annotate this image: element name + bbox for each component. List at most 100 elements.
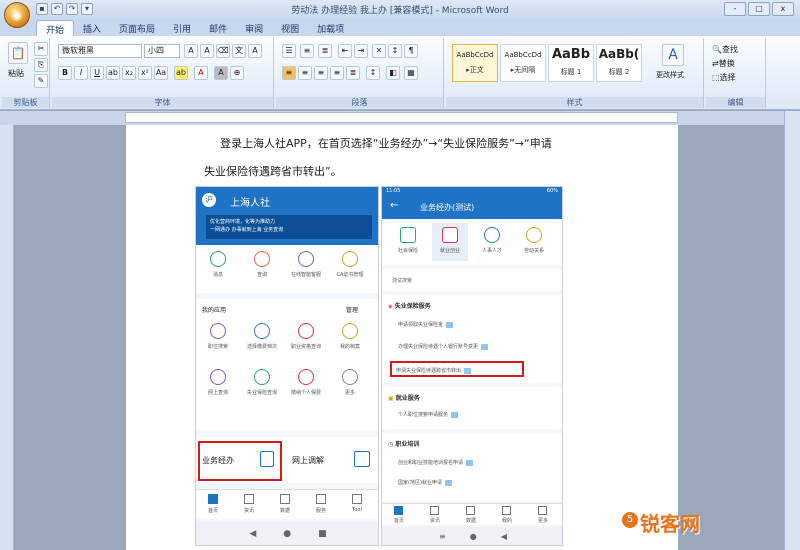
back-arrow-icon[interactable]: ← xyxy=(390,200,398,211)
distributed-icon[interactable]: ≣ xyxy=(346,66,360,80)
pay-premium-icon[interactable] xyxy=(298,369,314,385)
underline-icon[interactable]: U xyxy=(90,66,104,80)
archive-icon[interactable] xyxy=(342,323,358,339)
font-color-icon[interactable]: A xyxy=(194,66,208,80)
employment-icon[interactable] xyxy=(442,227,458,243)
select-button[interactable]: ⬚选择 xyxy=(712,72,736,83)
job-search-icon[interactable] xyxy=(210,323,226,339)
close-button[interactable]: x xyxy=(772,2,794,16)
sort-icon[interactable]: ↕ xyxy=(388,44,402,58)
online-query-icon[interactable] xyxy=(210,369,226,385)
ca-icon[interactable] xyxy=(342,251,358,267)
sec3-item-0[interactable]: 创业和职业技能培训报名申请 xyxy=(398,459,474,466)
change-case-icon[interactable]: Aa xyxy=(154,66,168,80)
numbering-icon[interactable]: ≡ xyxy=(300,44,314,58)
online-mediation-label[interactable]: 网上调解 xyxy=(292,455,324,466)
italic-icon[interactable]: I xyxy=(74,66,88,80)
increase-indent-icon[interactable]: ⇥ xyxy=(354,44,368,58)
tab-view[interactable]: 视图 xyxy=(272,20,308,36)
embedded-image[interactable]: 沪 上海人社 优化营商环境，化等为推助力 一网通办 办事就到上海 业务查询 消息… xyxy=(195,186,563,546)
superscript-icon[interactable]: x² xyxy=(138,66,152,80)
clear-format-icon[interactable]: ⌫ xyxy=(216,44,230,58)
highlight-icon[interactable]: ab xyxy=(174,66,188,80)
service-grid-icon[interactable] xyxy=(316,494,326,504)
tab-home[interactable]: 开始 xyxy=(36,20,75,36)
right-news-icon[interactable] xyxy=(430,506,439,515)
style-no-spacing[interactable]: AaBbCcDd ▸无间隔 xyxy=(500,44,546,82)
banner[interactable]: 优化营商环境，化等为推助力 一网通办 办事就到上海 业务查询 xyxy=(206,215,372,239)
decrease-indent-icon[interactable]: ⇤ xyxy=(338,44,352,58)
android-nav-bar[interactable]: ◀ ● ■ xyxy=(196,521,378,545)
office-button[interactable]: ◉ xyxy=(4,2,30,28)
chart-icon[interactable] xyxy=(354,451,370,467)
align-left-icon[interactable]: ≡ xyxy=(282,66,296,80)
manage-link[interactable]: 管理 xyxy=(346,305,358,314)
home-icon[interactable] xyxy=(208,494,218,504)
data-icon[interactable] xyxy=(280,494,290,504)
font-size-select[interactable]: 小四 xyxy=(144,44,180,58)
format-painter-icon[interactable]: ✎ xyxy=(34,74,48,88)
font-name-select[interactable]: 微软雅黑 xyxy=(58,44,142,58)
subscript-icon[interactable]: x₂ xyxy=(122,66,136,80)
service-icon[interactable] xyxy=(298,251,314,267)
sec3-item-1[interactable]: 国家(地区)就业申请 xyxy=(398,479,452,486)
qualification-icon[interactable] xyxy=(298,323,314,339)
align-center-icon[interactable]: ≡ xyxy=(298,66,312,80)
tab-addins[interactable]: 加载项 xyxy=(308,20,353,36)
minimize-button[interactable]: - xyxy=(724,2,746,16)
style-normal[interactable]: AaBbCcDd ▸正文 xyxy=(452,44,498,82)
change-styles-icon[interactable]: A xyxy=(662,44,684,66)
cut-icon[interactable]: ✂ xyxy=(34,42,48,56)
bold-icon[interactable]: B xyxy=(58,66,72,80)
tab-references[interactable]: 引用 xyxy=(164,20,200,36)
align-right-icon[interactable]: ≡ xyxy=(314,66,328,80)
find-button[interactable]: 🔍查找 xyxy=(712,44,738,55)
bullets-icon[interactable]: ☰ xyxy=(282,44,296,58)
tab-mailings[interactable]: 邮件 xyxy=(200,20,236,36)
strikethrough-icon[interactable]: ab xyxy=(106,66,120,80)
tab-page-layout[interactable]: 页面布局 xyxy=(110,20,164,36)
paste-icon[interactable]: 📋 xyxy=(8,42,28,64)
multilevel-list-icon[interactable]: ≣ xyxy=(318,44,332,58)
labor-relations-icon[interactable] xyxy=(526,227,542,243)
test-search-row[interactable]: 测试搜索 xyxy=(382,269,562,291)
social-insurance-icon[interactable] xyxy=(400,227,416,243)
tab-review[interactable]: 审阅 xyxy=(236,20,272,36)
line-spacing-icon[interactable]: ↕ xyxy=(366,66,380,80)
fee-level-icon[interactable] xyxy=(254,323,270,339)
horizontal-ruler[interactable] xyxy=(125,112,678,123)
news-icon[interactable] xyxy=(244,494,254,504)
char-shading-icon[interactable]: A xyxy=(214,66,228,80)
tab-insert[interactable]: 插入 xyxy=(74,20,110,36)
style-heading2[interactable]: AaBb( 标题 2 xyxy=(596,44,642,82)
vertical-scrollbar[interactable] xyxy=(784,111,800,550)
phonetic-icon[interactable]: 文 xyxy=(232,44,246,58)
maximize-button[interactable]: □ xyxy=(748,2,770,16)
char-border-icon[interactable]: A xyxy=(248,44,262,58)
personnel-icon[interactable] xyxy=(484,227,500,243)
replace-button[interactable]: ⇄替换 xyxy=(712,58,735,69)
chinese-layout-icon[interactable]: ✕ xyxy=(372,44,386,58)
tool-icon[interactable] xyxy=(352,494,362,504)
grow-font-icon[interactable]: A xyxy=(184,44,198,58)
right-more-icon[interactable] xyxy=(538,506,547,515)
right-data-icon[interactable] xyxy=(466,506,475,515)
right-home-icon[interactable] xyxy=(394,506,403,515)
query-icon[interactable] xyxy=(254,251,270,267)
justify-icon[interactable]: ≡ xyxy=(330,66,344,80)
sec1-item-1[interactable]: 办理失业保险待遇个人银行账号变更 xyxy=(398,343,489,350)
style-heading1[interactable]: AaBb 标题 1 xyxy=(548,44,594,82)
shading-icon[interactable]: ◧ xyxy=(386,66,400,80)
message-icon[interactable] xyxy=(210,251,226,267)
sec1-item-0[interactable]: 申请领取失业保险金 xyxy=(398,321,454,328)
right-android-nav-bar[interactable]: ≡ ● ◀ xyxy=(382,527,562,545)
more-icon[interactable] xyxy=(342,369,358,385)
shrink-font-icon[interactable]: A xyxy=(200,44,214,58)
vertical-ruler[interactable] xyxy=(0,125,14,550)
right-mine-icon[interactable] xyxy=(502,506,511,515)
borders-icon[interactable]: ▦ xyxy=(404,66,418,80)
sec2-item-0[interactable]: 个人职位搜索申请服务 xyxy=(398,411,459,418)
show-marks-icon[interactable]: ¶ xyxy=(404,44,418,58)
copy-icon[interactable]: ⎘ xyxy=(34,58,48,72)
unemployment-query-icon[interactable] xyxy=(254,369,270,385)
